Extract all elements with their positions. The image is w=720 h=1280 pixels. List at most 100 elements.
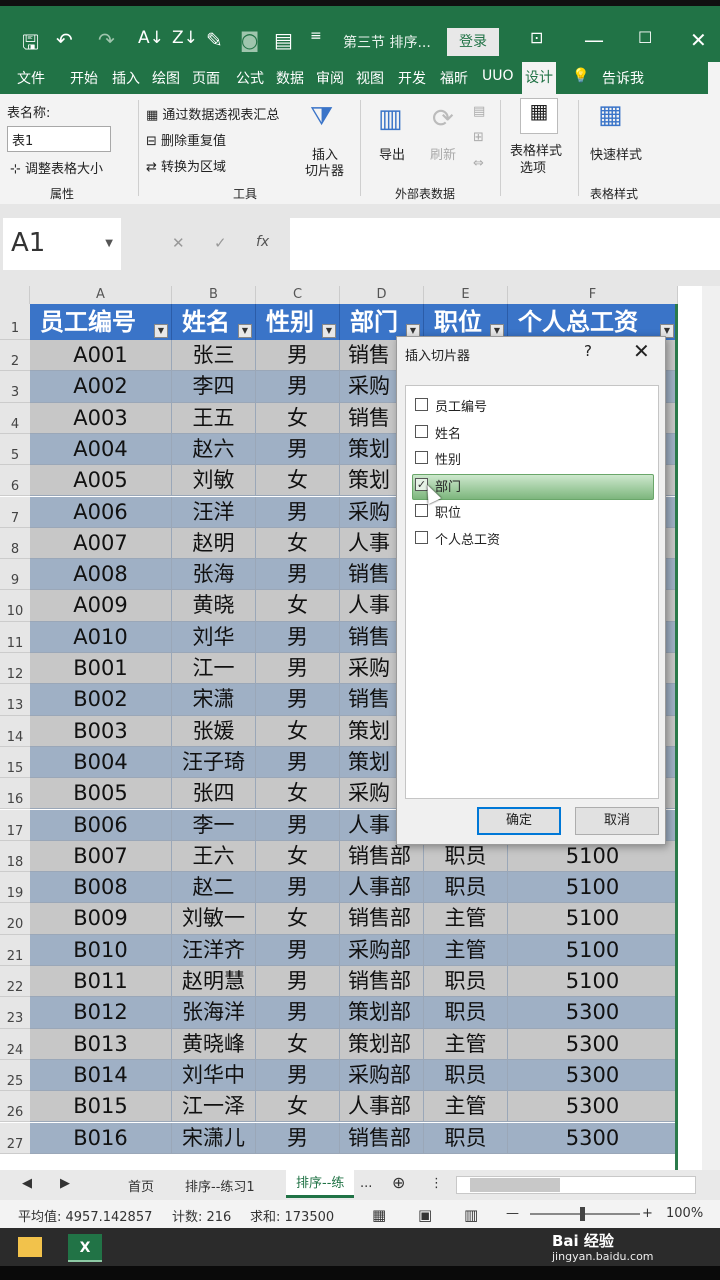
- tab-home[interactable]: 开始: [70, 68, 98, 88]
- tab-review[interactable]: 审阅: [316, 68, 344, 88]
- table-cell[interactable]: 男: [256, 559, 340, 591]
- tell-me-search[interactable]: 告诉我: [602, 68, 644, 88]
- table-cell[interactable]: 采购部: [340, 934, 424, 966]
- row-header[interactable]: 15: [0, 746, 30, 779]
- table-cell[interactable]: 刘敏: [172, 465, 256, 497]
- table-cell[interactable]: 人事部: [340, 872, 424, 904]
- table-cell[interactable]: 销售部: [340, 903, 424, 935]
- tab-formulas[interactable]: 公式: [236, 68, 264, 88]
- table-cell[interactable]: 主管: [424, 903, 508, 935]
- login-button[interactable]: 登录: [447, 28, 499, 56]
- row-header[interactable]: 7: [0, 496, 30, 528]
- tab-insert[interactable]: 插入: [112, 68, 140, 88]
- table-cell[interactable]: 宋潇儿: [172, 1122, 256, 1154]
- table-cell[interactable]: 刘华: [172, 621, 256, 653]
- format-painter-icon[interactable]: ✎: [206, 28, 223, 52]
- tab-page-layout[interactable]: 页面: [192, 68, 220, 88]
- table-cell[interactable]: 黄晓: [172, 590, 256, 622]
- table-cell[interactable]: 张海: [172, 559, 256, 591]
- filter-dropdown-icon[interactable]: ▼: [154, 324, 168, 338]
- table-cell[interactable]: 张四: [172, 778, 256, 810]
- table-cell[interactable]: 刘敏一: [172, 903, 256, 935]
- row-header[interactable]: 1: [0, 304, 30, 340]
- field-label[interactable]: 性别: [435, 449, 461, 468]
- sheet-tab-home[interactable]: 首页: [128, 1176, 154, 1195]
- row-header[interactable]: 20: [0, 903, 30, 935]
- style-options-label-2[interactable]: 选项: [520, 157, 546, 176]
- table-cell[interactable]: 张海洋: [172, 997, 256, 1029]
- table-cell[interactable]: 男: [256, 1122, 340, 1154]
- table-cell[interactable]: B014: [30, 1059, 172, 1092]
- page-break-view-icon[interactable]: ▥: [464, 1206, 478, 1224]
- row-header[interactable]: 2: [0, 340, 30, 372]
- table-cell[interactable]: B009: [30, 903, 172, 935]
- table-cell[interactable]: 5300: [508, 1091, 678, 1123]
- table-cell[interactable]: 江一: [172, 653, 256, 685]
- row-header[interactable]: 16: [0, 778, 30, 810]
- table-cell[interactable]: 汪洋齐: [172, 934, 256, 966]
- table-cell[interactable]: B007: [30, 840, 172, 873]
- table-cell[interactable]: 汪洋: [172, 496, 256, 528]
- ok-button[interactable]: 确定: [477, 807, 561, 835]
- add-sheet-icon[interactable]: ⊕: [392, 1173, 405, 1192]
- table-name-input[interactable]: 表1: [7, 126, 111, 152]
- table-cell[interactable]: 5300: [508, 997, 678, 1029]
- row-header[interactable]: 3: [0, 371, 30, 403]
- column-header-a[interactable]: A: [30, 286, 172, 304]
- table-cell[interactable]: 男: [256, 371, 340, 403]
- zoom-level[interactable]: 100%: [666, 1206, 703, 1221]
- table-cell[interactable]: 张三: [172, 340, 256, 372]
- table-cell[interactable]: 男: [256, 746, 340, 779]
- ribbon-display-icon[interactable]: ⊡: [530, 28, 543, 47]
- export-label[interactable]: 导出: [379, 144, 405, 163]
- sheet-options-icon[interactable]: ⋮: [430, 1176, 443, 1191]
- column-header-c[interactable]: C: [256, 286, 340, 304]
- formula-input[interactable]: [290, 218, 720, 270]
- table-cell[interactable]: 女: [256, 527, 340, 560]
- table-cell[interactable]: 赵六: [172, 433, 256, 466]
- table-cell[interactable]: B002: [30, 684, 172, 716]
- row-header[interactable]: 25: [0, 1059, 30, 1092]
- table-cell[interactable]: 女: [256, 715, 340, 747]
- row-header[interactable]: 10: [0, 590, 30, 622]
- minimize-icon[interactable]: —: [584, 28, 604, 52]
- table-cell[interactable]: 女: [256, 590, 340, 622]
- excel-taskbar-icon[interactable]: X: [68, 1234, 102, 1262]
- sheet-tab-sort-1[interactable]: 排序--练习1: [185, 1176, 255, 1195]
- table-cell[interactable]: 女: [256, 840, 340, 873]
- filter-dropdown-icon[interactable]: ▼: [238, 324, 252, 338]
- table-cell[interactable]: 男: [256, 997, 340, 1029]
- table-cell[interactable]: 赵明慧: [172, 966, 256, 998]
- field-label[interactable]: 姓名: [435, 423, 461, 442]
- column-header-e[interactable]: E: [424, 286, 508, 304]
- table-cell[interactable]: 女: [256, 778, 340, 810]
- quick-styles-label[interactable]: 快速样式: [590, 144, 642, 163]
- table-cell[interactable]: 江一泽: [172, 1091, 256, 1123]
- table-cell[interactable]: 销售部: [340, 840, 424, 873]
- zoom-slider-thumb[interactable]: [580, 1207, 585, 1221]
- tab-file[interactable]: 文件: [17, 68, 45, 88]
- table-cell[interactable]: 5100: [508, 903, 678, 935]
- table-cell[interactable]: 采购部: [340, 1059, 424, 1092]
- quick-styles-icon[interactable]: ▦: [598, 100, 623, 130]
- cancel-icon[interactable]: ✕: [172, 234, 185, 252]
- table-cell[interactable]: 职员: [424, 1122, 508, 1154]
- zoom-in-icon[interactable]: +: [642, 1206, 653, 1221]
- table-cell[interactable]: 主管: [424, 1091, 508, 1123]
- table-cell[interactable]: B013: [30, 1028, 172, 1060]
- form-icon[interactable]: ▤: [274, 28, 293, 52]
- row-header[interactable]: 24: [0, 1028, 30, 1060]
- table-cell[interactable]: 主管: [424, 934, 508, 966]
- table-cell[interactable]: B004: [30, 746, 172, 779]
- save-icon[interactable]: 🖫: [22, 28, 39, 62]
- column-header-f[interactable]: F: [508, 286, 678, 304]
- table-cell[interactable]: 男: [256, 621, 340, 653]
- table-cell[interactable]: 赵明: [172, 527, 256, 560]
- tab-draw[interactable]: 绘图: [152, 68, 180, 88]
- row-header[interactable]: 19: [0, 872, 30, 904]
- table-style-options-icon[interactable]: ▦: [520, 98, 558, 134]
- tab-design[interactable]: 设计: [522, 62, 556, 94]
- table-cell[interactable]: A010: [30, 621, 172, 653]
- table-cell[interactable]: 男: [256, 809, 340, 841]
- table-cell[interactable]: 女: [256, 1028, 340, 1060]
